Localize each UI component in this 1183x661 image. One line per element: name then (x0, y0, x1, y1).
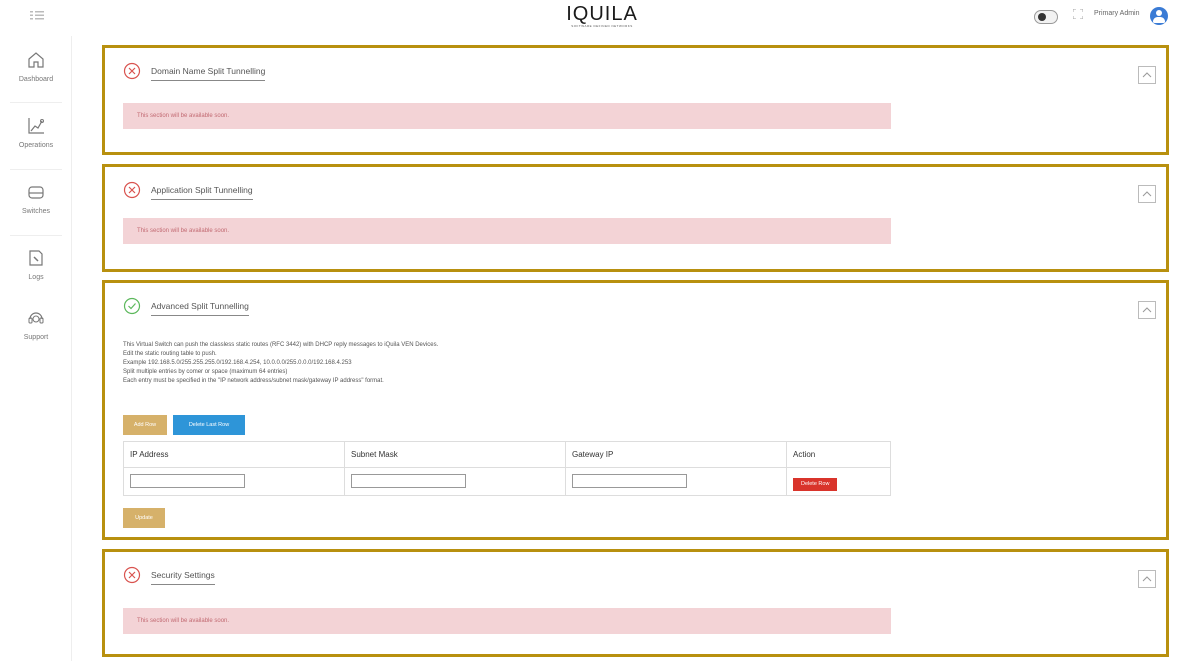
sidebar-item-dashboard[interactable]: Dashboard (0, 40, 72, 102)
sidebar-item-operations[interactable]: Operations (0, 106, 72, 168)
desc-line: Example 192.168.5.0/255.255.255.0/192.16… (123, 360, 352, 366)
logs-icon (29, 250, 43, 266)
theme-toggle[interactable] (1034, 10, 1058, 24)
error-circle-icon (123, 566, 141, 584)
sidebar-item-label: Switches (21, 208, 50, 215)
logo-text: IQUILA (566, 3, 638, 25)
panel-title[interactable]: Security Settings (151, 570, 215, 585)
check-circle-icon (123, 297, 141, 315)
column-header: Action (786, 441, 891, 468)
chevron-up-icon (1142, 307, 1152, 313)
desc-line: Split multiple entries by comer or space… (123, 369, 288, 375)
collapse-button[interactable] (1138, 570, 1156, 588)
admin-name[interactable]: Primary Admin (1094, 10, 1140, 17)
error-circle-icon (123, 62, 141, 80)
chevron-up-icon (1142, 72, 1152, 78)
collapse-button[interactable] (1138, 66, 1156, 84)
chevron-up-icon (1142, 576, 1152, 582)
desc-line: This Virtual Switch can push the classle… (123, 342, 439, 348)
application-split-panel: Application Split Tunnelling This sectio… (102, 164, 1169, 272)
desc-line: Edit the static routing table to push. (123, 351, 217, 357)
sidebar-item-logs[interactable]: Logs (0, 238, 72, 300)
iquila-logo[interactable]: IQUILA SOFTWARE DEFINED NETWORKS (562, 4, 642, 32)
sidebar-item-label: Dashboard (18, 76, 54, 83)
ip-address-input[interactable] (130, 474, 245, 488)
top-bar: IQUILA SOFTWARE DEFINED NETWORKS Primary… (0, 0, 1183, 36)
home-icon (28, 52, 44, 68)
user-avatar-icon[interactable] (1150, 7, 1168, 25)
routes-table: IP Address Subnet Mask Gateway IP Action… (123, 441, 891, 496)
chart-icon (28, 118, 44, 134)
panel-title[interactable]: Domain Name Split Tunnelling (151, 66, 266, 81)
domain-split-panel: Domain Name Split Tunnelling This sectio… (102, 45, 1169, 155)
sidebar-item-switches[interactable]: Switches (0, 172, 72, 234)
gateway-ip-input[interactable] (572, 474, 687, 488)
chevron-up-icon (1142, 191, 1152, 197)
sidebar: Dashboard Operations Switches Logs Suppo… (0, 36, 72, 661)
headset-icon (28, 312, 44, 324)
table-header-row: IP Address Subnet Mask Gateway IP Action (123, 441, 891, 468)
coming-soon-notice: This section will be available soon. (123, 218, 891, 244)
collapse-button[interactable] (1138, 301, 1156, 319)
column-header: Gateway IP (565, 441, 787, 468)
collapse-button[interactable] (1138, 185, 1156, 203)
column-header: Subnet Mask (344, 441, 566, 468)
sidebar-item-label: Support (23, 334, 49, 341)
security-settings-panel: Security Settings This section will be a… (102, 549, 1169, 657)
delete-row-button[interactable]: Delete Row (793, 478, 838, 491)
column-header: IP Address (123, 441, 345, 468)
panel-title[interactable]: Advanced Split Tunnelling (151, 301, 249, 316)
sidebar-item-support[interactable]: Support (0, 298, 72, 360)
sidebar-item-label: Logs (28, 274, 44, 281)
fullscreen-icon[interactable] (1072, 8, 1084, 22)
logo-tagline: SOFTWARE DEFINED NETWORKS (571, 24, 633, 28)
switch-icon (28, 186, 44, 199)
coming-soon-notice: This section will be available soon. (123, 608, 891, 634)
subnet-mask-input[interactable] (351, 474, 466, 488)
coming-soon-notice: This section will be available soon. (123, 103, 891, 129)
add-row-button[interactable]: Add Row (123, 415, 167, 435)
delete-last-row-button[interactable]: Delete Last Row (173, 415, 245, 435)
sidebar-item-label: Operations (18, 142, 54, 149)
panel-title[interactable]: Application Split Tunnelling (151, 185, 253, 200)
advanced-split-panel: Advanced Split Tunnelling This Virtual S… (102, 280, 1169, 540)
table-row: Delete Row (123, 467, 891, 496)
update-button[interactable]: Update (123, 508, 165, 528)
panel-description: This Virtual Switch can push the classle… (123, 341, 438, 386)
main-content: Domain Name Split Tunnelling This sectio… (72, 36, 1183, 661)
desc-line: Each entry must be specified in the "IP … (123, 378, 384, 384)
error-circle-icon (123, 181, 141, 199)
menu-icon[interactable] (30, 10, 44, 22)
